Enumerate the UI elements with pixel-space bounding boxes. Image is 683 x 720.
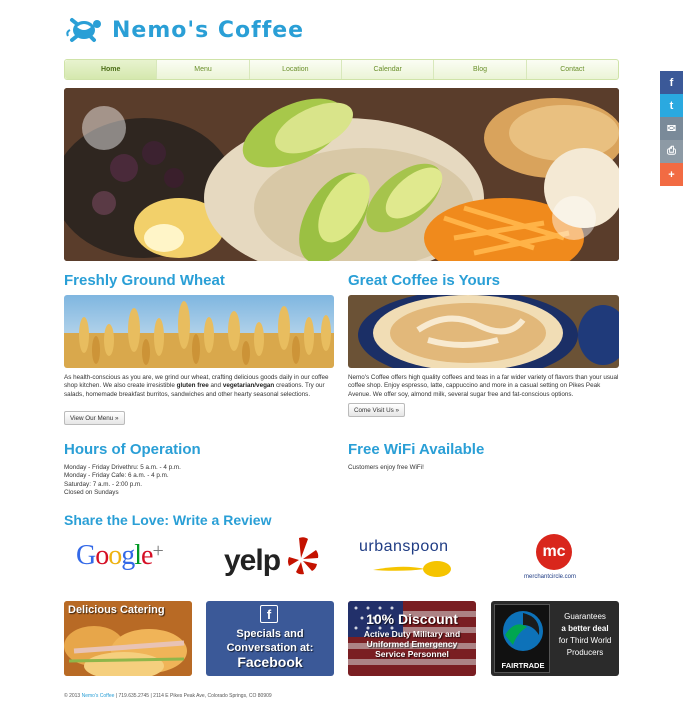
hours-line: Saturday: 7 a.m. - 2:00 p.m. bbox=[64, 480, 143, 488]
footer-contact-info: | 719.635.2745 | 2114 E Pikes Peak Ave, … bbox=[114, 693, 272, 699]
print-icon[interactable]: ⎙ bbox=[660, 140, 683, 163]
nav-contact[interactable]: Contact bbox=[527, 60, 618, 79]
mc-badge: mc bbox=[536, 534, 572, 570]
fairtrade-logo: FAIRTRADE bbox=[494, 604, 550, 673]
discount-text: Active Duty Military and Uniformed Emerg… bbox=[348, 629, 476, 659]
facebook-logo-icon: f bbox=[260, 605, 278, 623]
hours-line: Closed on Sundays bbox=[64, 488, 119, 496]
hours-line: Monday - Friday Cafe: 6 a.m. - 4 p.m. bbox=[64, 472, 169, 480]
fairtrade-text: Guarantees a better deal for Third World… bbox=[553, 611, 617, 659]
fairtrade-line: for Third World bbox=[558, 636, 612, 645]
fairtrade-mark-icon bbox=[503, 611, 543, 651]
nav-location[interactable]: Location bbox=[250, 60, 342, 79]
footer-copyright: © 2013 bbox=[64, 693, 82, 699]
nav-blog[interactable]: Blog bbox=[434, 60, 527, 79]
discount-line: Service Personnel bbox=[375, 649, 449, 659]
fairtrade-line: Guarantees bbox=[564, 612, 606, 621]
fairtrade-tile[interactable]: FAIRTRADE Guarantees a better deal for T… bbox=[491, 601, 619, 676]
coffee-title: Great Coffee is Yours bbox=[348, 272, 500, 289]
come-visit-button[interactable]: Come Visit Us » bbox=[348, 403, 406, 417]
merchantcircle-logo[interactable]: mc merchantcircle.com bbox=[522, 534, 588, 586]
wifi-description: Customers enjoy free WiFi! bbox=[348, 464, 424, 471]
urbanspoon-logo[interactable]: urbanspoon bbox=[359, 538, 469, 583]
discount-tile[interactable]: 10% Discount Active Duty Military and Un… bbox=[348, 601, 476, 676]
catering-tile[interactable]: Delicious Catering bbox=[64, 601, 192, 676]
footer: © 2013 Nemo's Coffee | 719.635.2745 | 21… bbox=[64, 693, 272, 699]
plus-icon[interactable]: + bbox=[660, 163, 683, 186]
main-nav: Home Menu Location Calendar Blog Contact bbox=[64, 59, 619, 80]
google-plus-logo[interactable]: Google+ bbox=[76, 540, 164, 572]
wheat-description: As health-conscious as you are, we grind… bbox=[64, 374, 329, 398]
wheat-title: Freshly Ground Wheat bbox=[64, 272, 225, 289]
facebook-tile-text: Specials and Conversation at: Facebook bbox=[206, 627, 334, 669]
nav-home[interactable]: Home bbox=[65, 60, 158, 79]
coffee-image bbox=[348, 295, 619, 368]
hours-line: Monday - Friday Drivethru: 5 a.m. - 4 p.… bbox=[64, 464, 181, 471]
nav-menu[interactable]: Menu bbox=[157, 60, 250, 79]
logo[interactable]: Nemo's Coffee bbox=[64, 10, 304, 50]
discount-line: Uniformed Emergency bbox=[366, 639, 458, 649]
share-bar: f t ✉ ⎙ + bbox=[660, 71, 683, 186]
review-title: Share the Love: Write a Review bbox=[64, 512, 272, 528]
wifi-title: Free WiFi Available bbox=[348, 441, 485, 458]
facebook-tile-line: Facebook bbox=[237, 654, 303, 670]
fairtrade-line: Producers bbox=[566, 648, 604, 657]
coffee-description: Nemo's Coffee offers high quality coffee… bbox=[348, 374, 619, 398]
facebook-tile[interactable]: f Specials and Conversation at: Facebook bbox=[206, 601, 334, 676]
discount-title: 10% Discount bbox=[366, 611, 458, 627]
yelp-logo[interactable]: yelp bbox=[224, 536, 324, 584]
facebook-tile-line: Conversation at: bbox=[226, 642, 314, 654]
facebook-tile-line: Specials and bbox=[236, 628, 304, 640]
review-logos: Google+ yelp urbanspoon mc merchantcircl… bbox=[64, 532, 619, 587]
footer-home-link[interactable]: Nemo's Coffee bbox=[82, 693, 115, 699]
spoon-icon bbox=[373, 561, 451, 577]
turtle-logo-icon bbox=[66, 18, 101, 42]
hours-title: Hours of Operation bbox=[64, 441, 201, 458]
logo-text: Nemo's Coffee bbox=[112, 17, 305, 43]
fairtrade-line: a better deal bbox=[561, 624, 609, 633]
hours-list: Monday - Friday Drivethru: 5 a.m. - 4 p.… bbox=[64, 464, 334, 497]
discount-line: Active Duty Military and bbox=[363, 629, 461, 639]
hero-image bbox=[64, 88, 619, 261]
facebook-icon[interactable]: f bbox=[660, 71, 683, 94]
twitter-icon[interactable]: t bbox=[660, 94, 683, 117]
email-icon[interactable]: ✉ bbox=[660, 117, 683, 140]
view-menu-button[interactable]: View Our Menu » bbox=[64, 411, 125, 425]
wheat-image bbox=[64, 295, 334, 368]
nav-calendar[interactable]: Calendar bbox=[342, 60, 435, 79]
yelp-burst-icon bbox=[288, 537, 319, 575]
catering-title: Delicious Catering bbox=[68, 604, 165, 616]
